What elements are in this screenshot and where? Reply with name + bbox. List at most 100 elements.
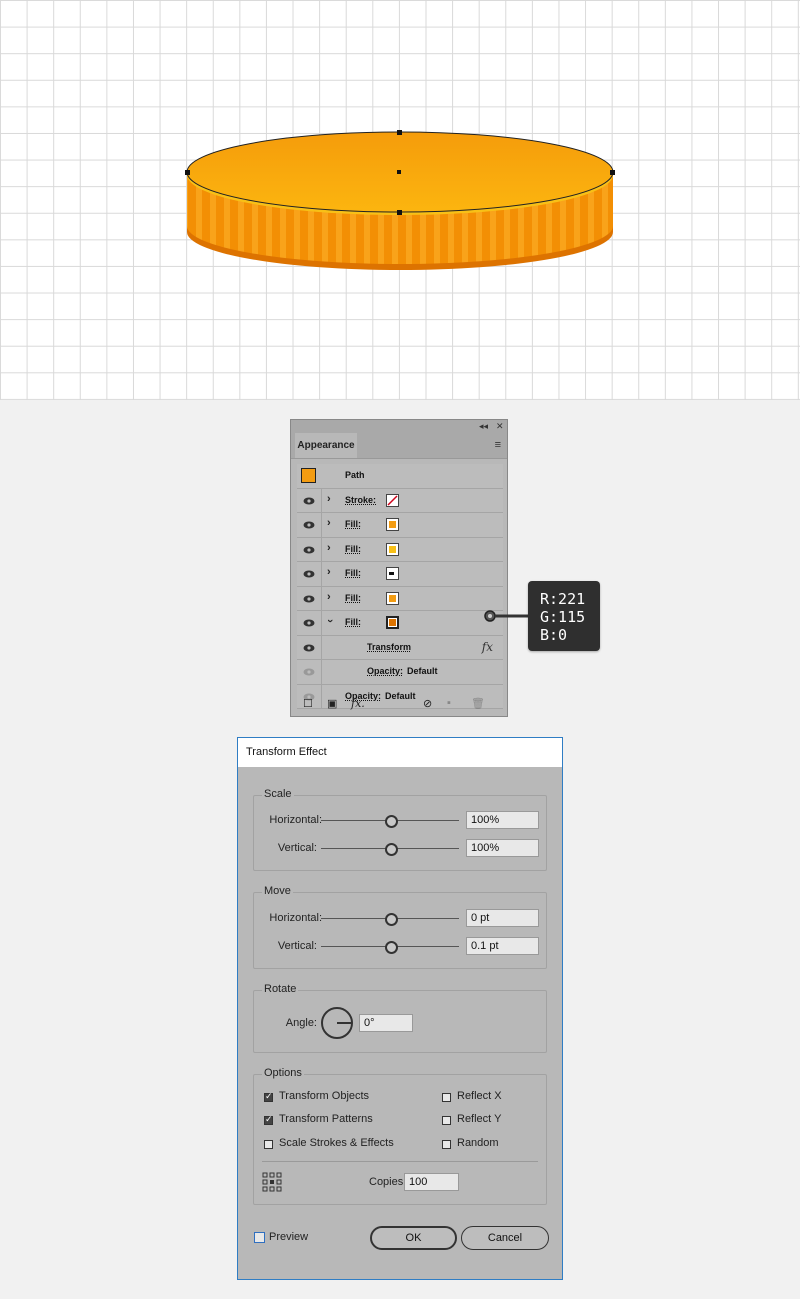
chevron-right-icon[interactable]: › bbox=[327, 542, 331, 554]
preview-checkbox[interactable] bbox=[254, 1232, 265, 1243]
preview-label[interactable]: Preview bbox=[269, 1231, 308, 1243]
anchor-point bbox=[610, 170, 615, 175]
opacity-label[interactable]: Opacity: bbox=[367, 666, 403, 676]
fill-swatch-selected[interactable] bbox=[386, 616, 399, 629]
stroke-row[interactable]: › Stroke: bbox=[297, 488, 503, 513]
path-row[interactable]: Path bbox=[297, 464, 503, 489]
transform-patterns-checkbox[interactable] bbox=[264, 1114, 273, 1125]
eye-icon bbox=[303, 570, 315, 578]
fill-row-expanded[interactable]: › Fill: bbox=[297, 611, 503, 636]
fill-label[interactable]: Fill: bbox=[345, 544, 361, 554]
visibility-toggle[interactable] bbox=[297, 586, 322, 610]
fill-label[interactable]: Fill: bbox=[345, 568, 361, 578]
add-stroke-icon[interactable]: ☐ bbox=[303, 697, 313, 710]
fill-swatch[interactable] bbox=[386, 542, 399, 556]
panel-menu-icon[interactable]: ≡ bbox=[495, 440, 501, 451]
vertical-label: Vertical: bbox=[277, 940, 317, 952]
reflect-y-checkbox[interactable] bbox=[442, 1116, 451, 1125]
eye-icon bbox=[303, 546, 315, 553]
slider-knob[interactable] bbox=[385, 941, 398, 954]
panel-footer: ☐ ▣ fx. ⊘ ▪ 🗑 bbox=[297, 695, 503, 713]
transform-patterns-label[interactable]: Transform Patterns bbox=[279, 1113, 373, 1125]
visibility-toggle[interactable] bbox=[297, 660, 322, 684]
stroke-label[interactable]: Stroke: bbox=[345, 495, 376, 505]
coin-artwork[interactable] bbox=[0, 0, 800, 400]
chevron-right-icon[interactable]: › bbox=[327, 517, 331, 529]
slider-knob[interactable] bbox=[385, 815, 398, 828]
eye-icon bbox=[303, 619, 315, 627]
blue-value: B:0 bbox=[540, 626, 568, 644]
transform-objects-label[interactable]: Transform Objects bbox=[279, 1090, 369, 1102]
horizontal-label: Horizontal: bbox=[269, 814, 322, 826]
random-label[interactable]: Random bbox=[457, 1137, 499, 1149]
visibility-toggle[interactable] bbox=[297, 562, 322, 586]
transform-objects-checkbox[interactable] bbox=[264, 1091, 273, 1102]
move-horizontal-input[interactable]: 0 pt bbox=[466, 909, 539, 927]
copies-input[interactable]: 100 bbox=[404, 1173, 459, 1191]
duplicate-item-icon[interactable]: ▪ bbox=[447, 697, 451, 709]
tab-appearance[interactable]: Appearance bbox=[295, 433, 357, 458]
chevron-right-icon[interactable]: › bbox=[327, 493, 331, 505]
divider bbox=[262, 1161, 538, 1162]
reference-point-icon[interactable] bbox=[262, 1172, 282, 1192]
fill-label[interactable]: Fill: bbox=[345, 617, 361, 627]
angle-dial-icon[interactable] bbox=[320, 1006, 354, 1040]
fill-row[interactable]: › Fill: bbox=[297, 513, 503, 538]
chevron-down-icon[interactable]: › bbox=[324, 619, 336, 623]
artboard-canvas[interactable] bbox=[0, 0, 800, 400]
stroke-swatch[interactable] bbox=[386, 493, 399, 507]
transform-effect-link[interactable]: Transform bbox=[367, 642, 411, 652]
slider-knob[interactable] bbox=[385, 913, 398, 926]
visibility-toggle[interactable] bbox=[297, 635, 322, 659]
add-effect-icon[interactable]: fx. bbox=[351, 697, 365, 710]
close-icon[interactable]: ✕ bbox=[496, 420, 504, 432]
chevron-right-icon[interactable]: › bbox=[327, 566, 331, 578]
pattern-swatch[interactable] bbox=[386, 567, 399, 580]
random-checkbox[interactable] bbox=[442, 1140, 451, 1149]
visibility-toggle[interactable] bbox=[297, 611, 322, 635]
dialog-title: Transform Effect bbox=[238, 738, 562, 767]
fill-swatch[interactable] bbox=[386, 518, 399, 531]
eye-icon bbox=[303, 595, 315, 602]
reflect-x-label[interactable]: Reflect X bbox=[457, 1090, 502, 1102]
eye-icon-dim bbox=[303, 668, 315, 676]
none-swatch-icon bbox=[387, 494, 398, 506]
fill-row[interactable]: › Fill: bbox=[297, 586, 503, 611]
panel-title-bar[interactable]: ◂◂ ✕ bbox=[291, 420, 507, 432]
fx-icon[interactable]: fx bbox=[482, 640, 493, 654]
anchor-point bbox=[397, 130, 402, 135]
color-value-tooltip: R:221 G:115 B:0 bbox=[528, 581, 600, 651]
ok-button[interactable]: OK bbox=[370, 1226, 457, 1250]
fill-opacity-row[interactable]: Opacity: Default bbox=[297, 660, 503, 685]
fill-row[interactable]: › Fill: bbox=[297, 562, 503, 587]
angle-input[interactable]: 0° bbox=[359, 1014, 413, 1032]
visibility-toggle[interactable] bbox=[297, 513, 322, 537]
trash-icon[interactable]: 🗑 bbox=[471, 697, 485, 710]
fill-label[interactable]: Fill: bbox=[345, 593, 361, 603]
chevron-right-icon[interactable]: › bbox=[327, 591, 331, 603]
slider-knob[interactable] bbox=[385, 843, 398, 856]
object-thumbnail bbox=[301, 468, 316, 483]
move-vertical-input[interactable]: 0.1 pt bbox=[466, 937, 539, 955]
copies-label: Copies bbox=[369, 1176, 404, 1188]
visibility-toggle[interactable] bbox=[297, 537, 322, 561]
scale-strokes-checkbox[interactable] bbox=[264, 1140, 273, 1149]
rotate-group: Rotate Angle: 0° bbox=[253, 983, 547, 1053]
transform-effect-row[interactable]: Transform fx bbox=[297, 635, 503, 660]
cancel-button[interactable]: Cancel bbox=[461, 1226, 549, 1250]
visibility-toggle[interactable] bbox=[297, 488, 322, 512]
reflect-x-checkbox[interactable] bbox=[442, 1093, 451, 1102]
anchor-point bbox=[185, 170, 190, 175]
clear-appearance-icon[interactable]: ⊘ bbox=[423, 697, 432, 710]
fill-label[interactable]: Fill: bbox=[345, 519, 361, 529]
scale-horizontal-input[interactable]: 100% bbox=[466, 811, 539, 829]
eye-icon bbox=[303, 521, 315, 529]
reflect-y-label[interactable]: Reflect Y bbox=[457, 1113, 501, 1125]
fill-row[interactable]: › Fill: bbox=[297, 537, 503, 562]
add-fill-icon[interactable]: ▣ bbox=[327, 697, 337, 710]
fill-swatch[interactable] bbox=[386, 591, 399, 605]
scale-vertical-input[interactable]: 100% bbox=[466, 839, 539, 857]
scale-strokes-label[interactable]: Scale Strokes & Effects bbox=[279, 1137, 394, 1149]
move-group: Move Horizontal: 0 pt Vertical: 0.1 pt bbox=[253, 885, 547, 969]
double-chevron-left-icon[interactable]: ◂◂ bbox=[479, 420, 488, 432]
